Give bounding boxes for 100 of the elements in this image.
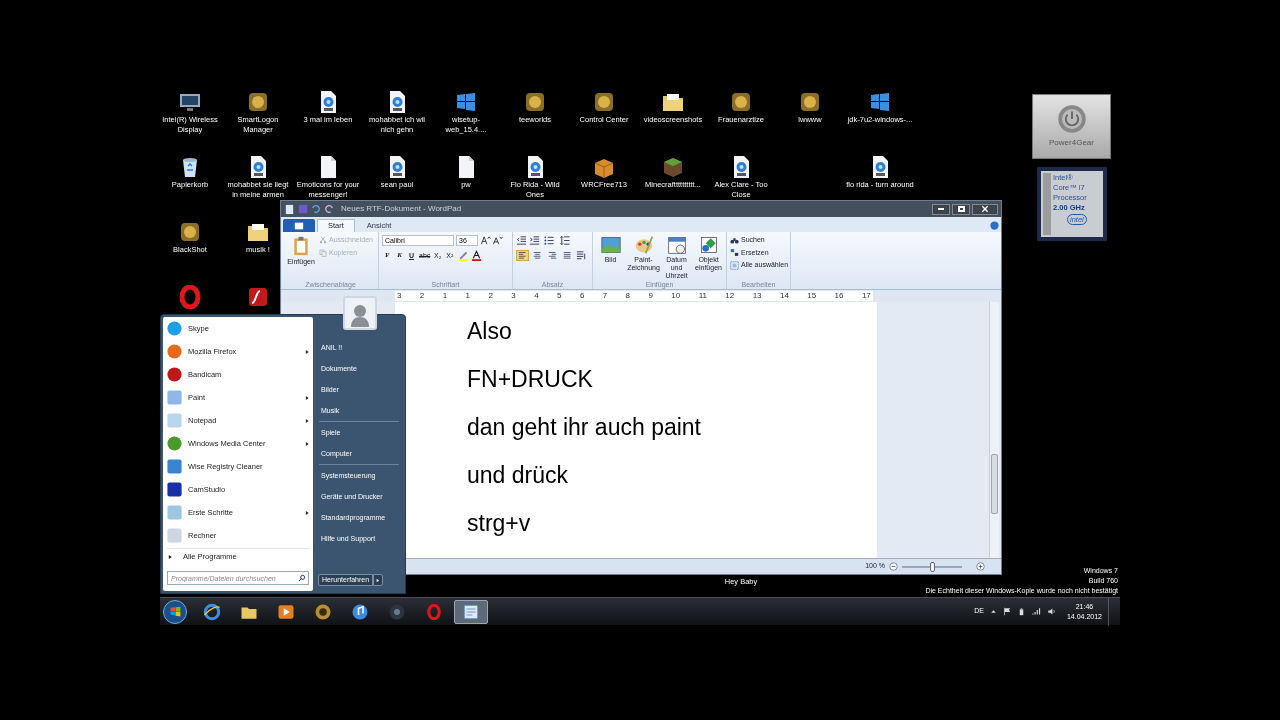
- calendar-icon: [666, 235, 687, 255]
- bullet-list-icon: [542, 235, 556, 246]
- arrow-icon: [376, 577, 381, 583]
- disc-icon: [388, 602, 406, 621]
- align-icon: [548, 251, 557, 260]
- app-icon: [729, 90, 753, 114]
- slider-thumb[interactable]: [930, 561, 935, 572]
- align-button[interactable]: [561, 250, 574, 261]
- ruler-number: 1: [442, 291, 448, 301]
- program-icon: [166, 366, 183, 383]
- scrollbar[interactable]: [989, 302, 999, 558]
- power-gadget[interactable]: Power4Gear: [1032, 94, 1111, 159]
- emblem-icon: [314, 602, 332, 621]
- ruler-number: 9: [648, 291, 653, 301]
- music-note-icon: [351, 602, 369, 621]
- power-button-icon: [1056, 104, 1087, 134]
- grass-block-icon: [661, 155, 685, 179]
- clipboard-icon: [291, 235, 311, 257]
- ruler-number: 10: [671, 291, 681, 301]
- app-icon: [592, 90, 616, 114]
- line-spacing-icon: [558, 235, 572, 246]
- document-page[interactable]: Also FN+DRUCK dan geht ihr auch paint und drück strg+v: [395, 302, 877, 558]
- app-icon: [178, 220, 202, 244]
- program-icon: [166, 481, 183, 498]
- ruler-number: 7: [602, 291, 608, 301]
- app-icon: [523, 90, 547, 114]
- zoom-out-icon: [889, 562, 898, 571]
- program-icon: [166, 527, 183, 544]
- window-logo-icon: [168, 605, 182, 618]
- close-button[interactable]: [972, 203, 998, 215]
- document-text: FN+DRUCK: [467, 365, 594, 394]
- shutdown-options-button[interactable]: [373, 574, 384, 586]
- start-button[interactable]: [163, 599, 187, 624]
- letter-o-icon: [178, 285, 202, 309]
- align-button[interactable]: [531, 250, 544, 261]
- ruler-number: 11: [698, 291, 707, 301]
- align-button[interactable]: [516, 250, 529, 261]
- document-icon: [462, 602, 480, 621]
- menu-icon: [293, 220, 305, 231]
- program-icon: [166, 458, 183, 475]
- align-icon: [533, 251, 542, 260]
- indent-decrease-icon: [516, 235, 527, 246]
- submenu-arrow-icon: [305, 509, 310, 516]
- align-icon: [518, 251, 527, 260]
- ruler-number: 14: [779, 291, 789, 301]
- minimize-button[interactable]: [932, 203, 950, 215]
- ruler-number: 1: [465, 291, 471, 301]
- gadget-label: Power4Gear: [1049, 137, 1094, 149]
- grow-font-icon: [480, 235, 491, 246]
- submenu-arrow-icon: [305, 394, 310, 401]
- application-menu-button[interactable]: [283, 219, 315, 232]
- program-icon: [166, 320, 183, 337]
- document-text: Also: [467, 317, 513, 346]
- document-text: dan geht ihr auch paint: [467, 413, 702, 442]
- redo-icon: [324, 204, 334, 214]
- submenu-arrow-icon: [305, 440, 310, 447]
- battery-icon: [1017, 606, 1025, 617]
- scroll-thumb[interactable]: [991, 454, 998, 514]
- indent-increase-icon: [529, 235, 540, 246]
- signal-bars-icon: [1030, 607, 1041, 616]
- maximize-button[interactable]: [952, 203, 970, 215]
- align-icon: [563, 251, 572, 260]
- chevron-up-icon: [989, 608, 997, 615]
- palette-icon: [633, 235, 654, 255]
- ruler-number: 16: [834, 291, 844, 301]
- select-all-icon: [730, 260, 739, 270]
- ruler-number: 4: [534, 291, 539, 301]
- submenu-arrow-icon: [305, 417, 310, 424]
- copy-icon: [319, 248, 327, 257]
- ruler-number: 8: [625, 291, 631, 301]
- ruler-number: 2: [419, 291, 425, 301]
- undo-icon: [311, 204, 321, 214]
- letter-o-icon: [425, 602, 443, 621]
- taskbar-button[interactable]: [454, 599, 488, 624]
- document-icon: [284, 203, 295, 215]
- close-icon: [981, 205, 989, 213]
- window-logo-icon: [454, 90, 478, 114]
- program-icon: [166, 435, 183, 452]
- highlighter-icon: [458, 250, 470, 261]
- speaker-icon: [1046, 607, 1057, 616]
- align-button[interactable]: [546, 250, 559, 261]
- program-icon: [166, 343, 183, 360]
- paragraph-icon: [576, 250, 587, 261]
- zoom-in-icon: [976, 562, 985, 571]
- save-icon: [298, 204, 308, 214]
- window-title: Neues RTF-Dokument - WordPad: [341, 203, 462, 215]
- app-icon: [798, 90, 822, 114]
- font-color-icon: [471, 250, 483, 261]
- ruler-number: 3: [397, 291, 402, 301]
- submenu-arrow-icon: [305, 348, 310, 355]
- search-icon: [298, 574, 306, 582]
- ruler-number: 2: [488, 291, 493, 301]
- document-text: und drück: [467, 461, 569, 490]
- help-icon: [990, 221, 999, 230]
- shrink-font-icon: [492, 235, 503, 246]
- chip-panel: [1043, 173, 1051, 235]
- scissors-icon: [319, 236, 327, 245]
- picture-icon: [600, 235, 621, 255]
- window-logo-icon: [868, 90, 892, 114]
- user-avatar[interactable]: [343, 296, 377, 330]
